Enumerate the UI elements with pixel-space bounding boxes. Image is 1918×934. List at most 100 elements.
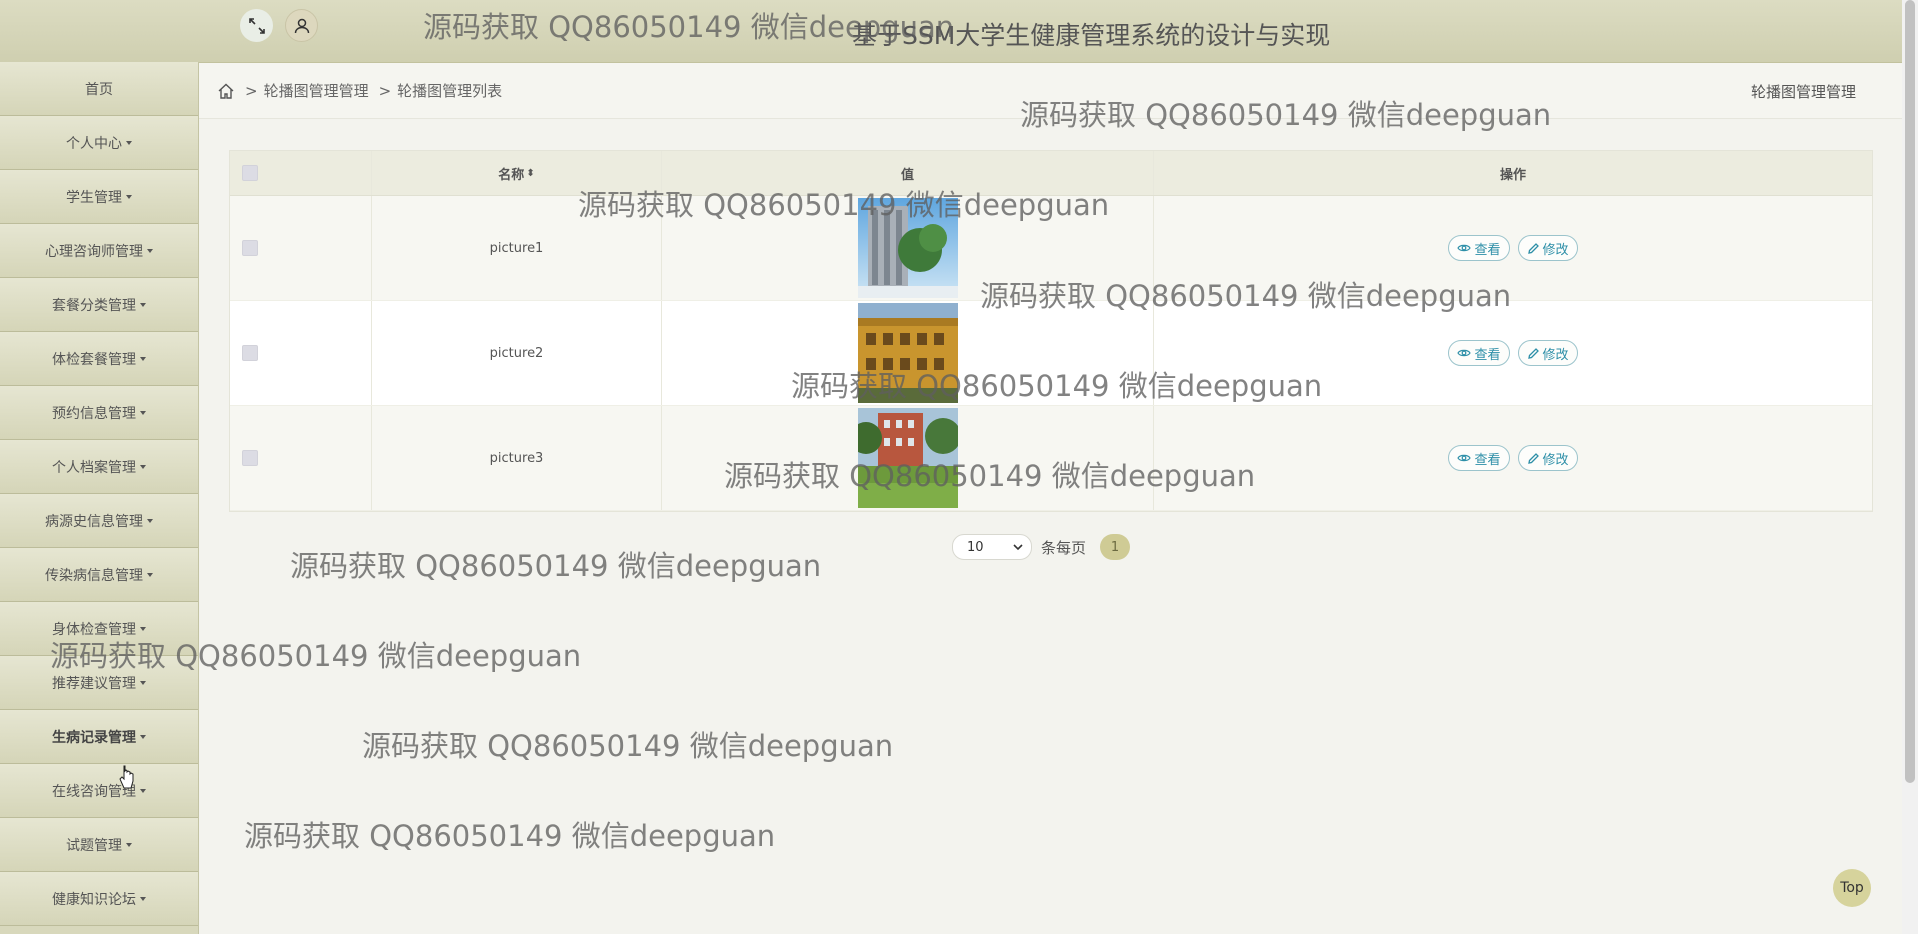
sidebar-item-label: 健康知识论坛 (52, 891, 136, 908)
caret-down-icon (140, 410, 146, 415)
expand-icon (248, 17, 265, 34)
sidebar-item-illness-records[interactable]: 生病记录管理 (0, 710, 198, 764)
system-title: 基于SSM大学生健康管理系统的设计与实现 (852, 21, 1331, 50)
sidebar-item-infectious-disease[interactable]: 传染病信息管理 (0, 548, 198, 602)
table-row: picture2 查看 修改 (230, 301, 1872, 406)
sidebar-item-appointments[interactable]: 预约信息管理 (0, 386, 198, 440)
caret-down-icon (147, 518, 153, 523)
sidebar-item-physical-exam[interactable]: 身体检查管理 (0, 602, 198, 656)
sidebar-item-label: 心理咨询师管理 (45, 243, 143, 260)
sidebar-item-forum[interactable]: 健康知识论坛 (0, 872, 198, 926)
sidebar-item-label: 个人中心 (66, 135, 122, 152)
sidebar-item-online-consult[interactable]: 在线咨询管理 (0, 764, 198, 818)
vertical-scrollbar[interactable] (1902, 0, 1918, 934)
view-button-label: 查看 (1474, 242, 1501, 258)
caret-down-icon (140, 464, 146, 469)
caret-down-icon (126, 140, 132, 145)
sidebar-item-label: 套餐分类管理 (52, 297, 136, 314)
sidebar-item-label: 传染病信息管理 (45, 567, 143, 584)
pagination: 10 条每页 1 (952, 534, 1131, 560)
fullscreen-button[interactable] (240, 9, 273, 42)
sidebar-item-label: 推荐建议管理 (52, 675, 136, 692)
value-cell (662, 196, 1154, 300)
header-select-cell (230, 151, 372, 195)
page-number-button[interactable]: 1 (1100, 534, 1131, 560)
edit-button[interactable]: 修改 (1517, 235, 1578, 261)
back-to-top-button[interactable]: Top (1833, 869, 1871, 907)
sidebar-item-label: 学生管理 (66, 189, 122, 206)
sidebar-item-label: 预约信息管理 (52, 405, 136, 422)
edit-button[interactable]: 修改 (1517, 340, 1578, 366)
per-page-label: 条每页 (1041, 538, 1087, 557)
row-checkbox[interactable] (242, 450, 258, 466)
breadcrumb-separator: > (378, 81, 392, 100)
header-name-label: 名称 (498, 167, 525, 183)
row-checkbox[interactable] (242, 240, 258, 256)
breadcrumb-level1[interactable]: 轮播图管理管理 (264, 80, 369, 101)
breadcrumb-level2: 轮播图管理列表 (397, 82, 503, 100)
caret-down-icon (126, 194, 132, 199)
edit-button-label: 修改 (1542, 452, 1569, 468)
user-button[interactable] (285, 9, 318, 42)
home-icon[interactable] (217, 82, 235, 100)
sidebar-item-label: 个人档案管理 (52, 459, 136, 476)
campus-building-photo[interactable] (857, 303, 958, 403)
caret-down-icon (140, 734, 146, 739)
sidebar-item-personal-files[interactable]: 个人档案管理 (0, 440, 198, 494)
table-row: picture1 查看 修改 (230, 196, 1872, 301)
sidebar-item-medical-history[interactable]: 病源史信息管理 (0, 494, 198, 548)
pencil-icon (1527, 347, 1539, 359)
caret-down-icon (140, 626, 146, 631)
sidebar-item-questions[interactable]: 试题管理 (0, 818, 198, 872)
sidebar-item-label: 首页 (85, 81, 113, 98)
sidebar-item-checkup-packages[interactable]: 体检套餐管理 (0, 332, 198, 386)
sidebar-item-label: 生病记录管理 (52, 729, 136, 746)
sidebar-item-recommendations[interactable]: 推荐建议管理 (0, 656, 198, 710)
sidebar-item-personal-center[interactable]: 个人中心 (0, 116, 198, 170)
name-cell: picture2 (372, 301, 662, 405)
header-value-label: 值 (900, 167, 914, 183)
carousel-table: 名称 ⬍ 值 操作 picture1 查看 修改 picture2 查看 修改 … (229, 150, 1873, 512)
view-button[interactable]: 查看 (1448, 340, 1510, 366)
name-cell: picture3 (372, 406, 662, 510)
value-cell (662, 406, 1154, 510)
view-button[interactable]: 查看 (1448, 445, 1510, 471)
building-photo[interactable] (857, 198, 958, 298)
page-title: 轮播图管理管理 (1750, 83, 1856, 101)
sidebar-item-students[interactable]: 学生管理 (0, 170, 198, 224)
sidebar-item-label: 身体检查管理 (52, 621, 136, 638)
watermark-text: 源码获取 QQ86050149 微信deepguan (362, 729, 894, 763)
edit-button[interactable]: 修改 (1517, 445, 1578, 471)
sort-icon[interactable]: ⬍ (526, 168, 534, 179)
sidebar-item-counselors[interactable]: 心理咨询师管理 (0, 224, 198, 278)
top-header: 基于SSM大学生健康管理系统的设计与实现 (0, 0, 1902, 63)
edit-button-label: 修改 (1542, 347, 1569, 363)
sidebar-item-home[interactable]: 首页 (0, 62, 198, 116)
page-size-value: 10 (967, 539, 984, 555)
select-all-checkbox[interactable] (242, 165, 258, 181)
row-select-cell (230, 406, 372, 510)
row-checkbox[interactable] (242, 345, 258, 361)
sidebar-item-package-categories[interactable]: 套餐分类管理 (0, 278, 198, 332)
action-cell: 查看 修改 (1154, 406, 1872, 510)
action-cell: 查看 修改 (1154, 196, 1872, 300)
header-action: 操作 (1154, 151, 1872, 195)
sidebar: 首页 个人中心 学生管理 心理咨询师管理 套餐分类管理 体检套餐管理 预约信息管… (0, 62, 199, 934)
campus-lawn-photo[interactable] (857, 408, 958, 508)
page-size-select[interactable]: 10 (952, 534, 1032, 560)
sidebar-item-label: 体检套餐管理 (52, 351, 136, 368)
header-name[interactable]: 名称 ⬍ (372, 151, 662, 195)
row-select-cell (230, 301, 372, 405)
scrollbar-thumb[interactable] (1905, 0, 1915, 783)
eye-icon (1457, 349, 1472, 357)
caret-down-icon (147, 572, 153, 577)
table-header: 名称 ⬍ 值 操作 (230, 151, 1872, 196)
breadcrumb-bar: > 轮播图管理管理 > 轮播图管理列表 轮播图管理管理 (199, 63, 1902, 119)
user-icon (294, 18, 309, 33)
view-button[interactable]: 查看 (1448, 235, 1510, 261)
eye-icon (1457, 244, 1472, 252)
caret-down-icon (147, 248, 153, 253)
mouse-cursor-icon (119, 765, 134, 789)
breadcrumb-separator: > (245, 81, 258, 100)
header-value: 值 (662, 151, 1154, 195)
